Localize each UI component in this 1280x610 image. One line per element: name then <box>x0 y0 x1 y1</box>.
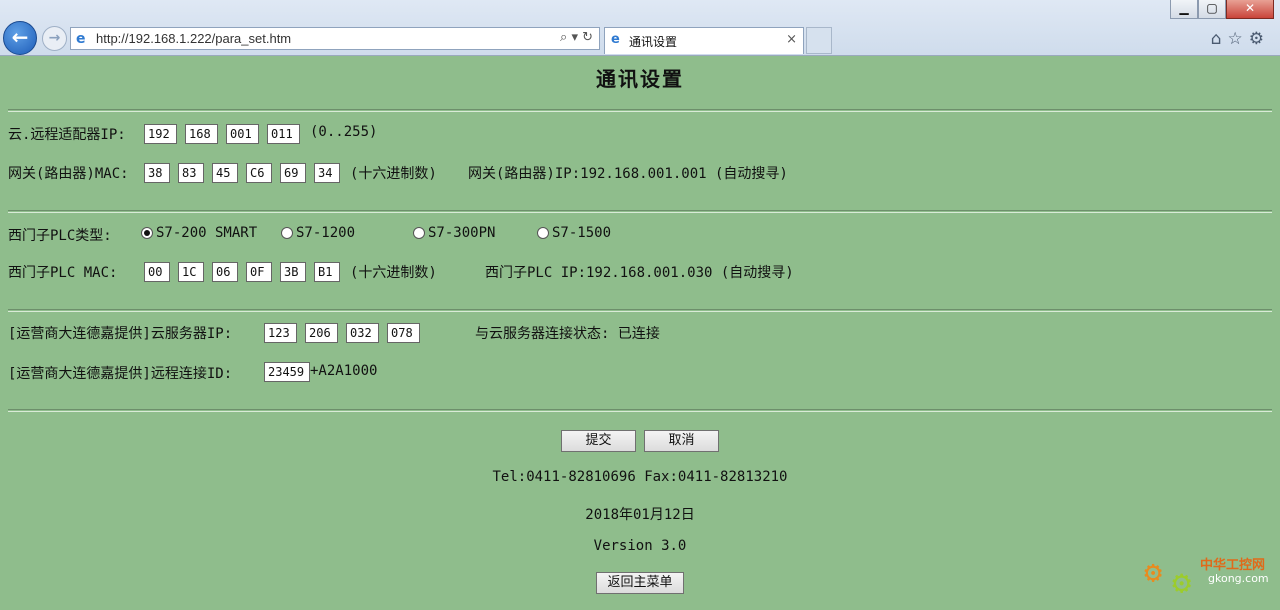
gateway-mac-byte-1[interactable]: 38 <box>144 163 170 183</box>
ie-logo-icon: e <box>76 31 86 47</box>
back-to-menu-button[interactable]: 返回主菜单 <box>596 572 684 594</box>
plc-mac-byte-3[interactable]: 06 <box>212 262 238 282</box>
gateway-mac-byte-5[interactable]: 69 <box>280 163 306 183</box>
remote-id-suffix: +A2A1000 <box>310 363 378 379</box>
plc-mac-byte-1[interactable]: 00 <box>144 262 170 282</box>
back-button[interactable]: ← <box>3 21 37 55</box>
watermark-domain: gkong.com <box>1208 572 1269 585</box>
radio-label-s7-300pn: S7-300PN <box>428 225 496 241</box>
cloud-ip-octet-1[interactable]: 123 <box>264 323 297 343</box>
radio-label-s7-1200: S7-1200 <box>296 225 356 241</box>
remote-id-input[interactable]: 23459 <box>264 362 310 382</box>
divider <box>8 109 1272 112</box>
version-text: Version 3.0 <box>593 538 687 554</box>
divider <box>8 409 1272 412</box>
adapter-ip-octet-1[interactable]: 192 <box>144 124 177 144</box>
gear-icon: ⚙ <box>1172 563 1192 601</box>
cloud-ip-octet-4[interactable]: 078 <box>387 323 420 343</box>
plc-mac-hint: (十六进制数) <box>350 265 437 281</box>
forward-button[interactable]: → <box>42 26 67 51</box>
adapter-ip-label: 云.远程适配器IP: <box>8 127 126 143</box>
adapter-ip-hint: (0..255) <box>310 124 378 140</box>
adapter-ip-octet-2[interactable]: 168 <box>185 124 218 144</box>
browser-chrome: ← → e http://192.168.1.222/para_set.htm … <box>0 0 1280 56</box>
divider <box>8 210 1272 213</box>
remote-id-label: [运营商大连德嘉提供]远程连接ID: <box>8 366 233 382</box>
gear-icon: ⚙ <box>1144 555 1163 590</box>
watermark-logo: ⚙ ⚙ 中华工控网 gkong.com <box>1140 548 1275 603</box>
radio-s7-1200[interactable] <box>281 227 293 239</box>
adapter-ip-octet-3[interactable]: 001 <box>226 124 259 144</box>
cloud-connection-status: 与云服务器连接状态: 已连接 <box>475 326 660 342</box>
tab-active[interactable]: e 通讯设置 × <box>604 27 804 54</box>
gateway-mac-byte-2[interactable]: 83 <box>178 163 204 183</box>
page-title: 通讯设置 <box>596 67 684 91</box>
new-tab-button[interactable] <box>806 27 832 54</box>
gateway-mac-label: 网关(路由器)MAC: <box>8 166 129 182</box>
plc-type-label: 西门子PLC类型: <box>8 228 112 244</box>
cloud-ip-octet-2[interactable]: 206 <box>305 323 338 343</box>
plc-mac-byte-6[interactable]: B1 <box>314 262 340 282</box>
adapter-ip-octet-4[interactable]: 011 <box>267 124 300 144</box>
minimize-button[interactable]: ▁ <box>1170 0 1198 19</box>
divider <box>8 309 1272 312</box>
radio-label-s7-1500: S7-1500 <box>552 225 612 241</box>
radio-label-s7-200-smart: S7-200 SMART <box>156 225 258 241</box>
cancel-button[interactable]: 取消 <box>644 430 719 452</box>
plc-mac-byte-2[interactable]: 1C <box>178 262 204 282</box>
plc-mac-byte-4[interactable]: 0F <box>246 262 272 282</box>
plc-mac-label: 西门子PLC MAC: <box>8 265 118 281</box>
window-controls: ▁ ▢ ✕ <box>1170 0 1274 19</box>
address-tools-icons[interactable]: ⌕ ▾ ↻ <box>560 30 593 45</box>
gateway-mac-byte-4[interactable]: C6 <box>246 163 272 183</box>
address-url[interactable]: http://192.168.1.222/para_set.htm <box>96 31 291 46</box>
maximize-button[interactable]: ▢ <box>1198 0 1226 19</box>
home-favorites-settings-icons[interactable]: ⌂☆⚙ <box>1211 29 1270 49</box>
plc-ip-text: 西门子PLC IP:192.168.001.030 (自动搜寻) <box>485 265 794 281</box>
submit-button[interactable]: 提交 <box>561 430 636 452</box>
tab-title: 通讯设置 <box>629 35 678 49</box>
cloud-ip-octet-3[interactable]: 032 <box>346 323 379 343</box>
watermark-name: 中华工控网 <box>1200 558 1266 573</box>
gateway-ip-text: 网关(路由器)IP:192.168.001.001 (自动搜寻) <box>468 166 788 182</box>
tab-ie-icon: e <box>611 32 620 47</box>
cloud-ip-label: [运营商大连德嘉提供]云服务器IP: <box>8 326 233 342</box>
date-text: 2018年01月12日 <box>585 507 695 523</box>
close-button[interactable]: ✕ <box>1226 0 1274 19</box>
tab-close-icon[interactable]: × <box>786 32 797 47</box>
plc-mac-byte-5[interactable]: 3B <box>280 262 306 282</box>
radio-s7-300pn[interactable] <box>413 227 425 239</box>
address-bar[interactable]: e http://192.168.1.222/para_set.htm ⌕ ▾ … <box>70 27 600 50</box>
gateway-mac-hint: (十六进制数) <box>350 166 437 182</box>
contact-info: Tel:0411-82810696 Fax:0411-82813210 <box>492 469 788 485</box>
gateway-mac-byte-3[interactable]: 45 <box>212 163 238 183</box>
radio-s7-200-smart[interactable] <box>141 227 153 239</box>
gateway-mac-byte-6[interactable]: 34 <box>314 163 340 183</box>
radio-s7-1500[interactable] <box>537 227 549 239</box>
